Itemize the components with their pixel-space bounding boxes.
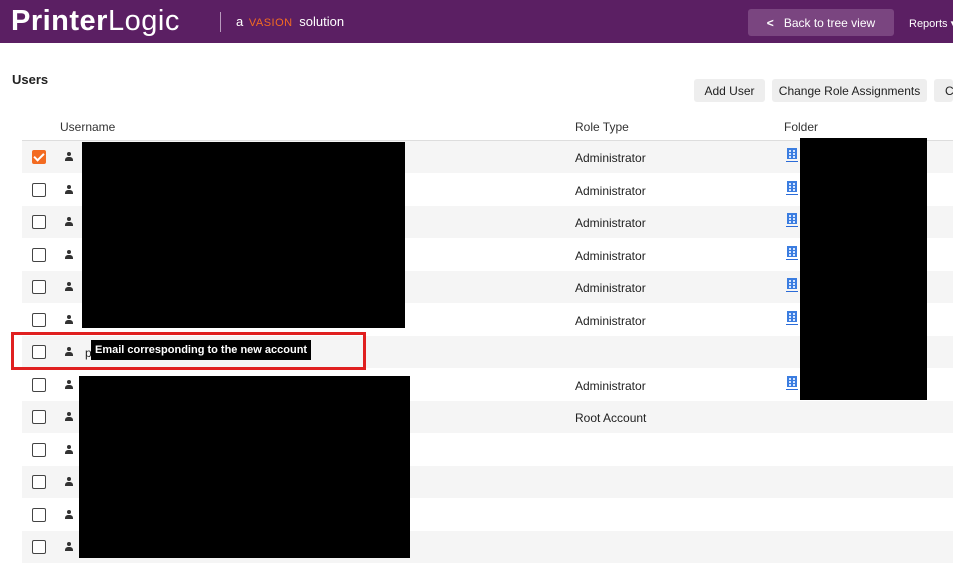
logo-light-text: Logic xyxy=(107,5,180,37)
user-icon xyxy=(64,152,74,162)
reports-menu[interactable]: Reports ▾ xyxy=(909,17,953,30)
user-icon xyxy=(64,379,74,390)
row-checkbox[interactable] xyxy=(32,182,46,197)
column-header-folder[interactable]: Folder xyxy=(784,120,818,134)
row-checkbox[interactable] xyxy=(32,540,46,554)
tagline-suffix: solution xyxy=(299,14,345,29)
role-type-cell: Administrator xyxy=(575,183,646,198)
role-type-cell: Administrator xyxy=(575,281,646,295)
role-type-cell: Administrator xyxy=(575,378,646,393)
user-icon xyxy=(64,217,74,227)
back-button-label: Back to tree view xyxy=(783,15,876,30)
add-user-button[interactable]: Add User xyxy=(694,79,765,102)
row-checkbox[interactable] xyxy=(32,475,46,489)
folder-building-icon[interactable] xyxy=(786,375,798,390)
role-type-cell: Administrator xyxy=(575,248,646,263)
user-icon xyxy=(64,477,74,487)
annotation-callout: Email corresponding to the new account xyxy=(91,340,312,360)
tagline-prefix: a xyxy=(236,14,244,29)
top-navigation-bar: Printer Logic a VASION solution < Back to… xyxy=(0,0,953,43)
folder-building-icon[interactable] xyxy=(786,148,798,162)
folder-building-icon[interactable] xyxy=(786,310,798,325)
row-checkbox[interactable] xyxy=(32,410,46,424)
folder-building-icon[interactable] xyxy=(786,213,798,227)
printerlogic-logo: Printer Logic xyxy=(11,5,180,39)
user-icon xyxy=(64,444,74,455)
back-to-tree-view-button[interactable]: < Back to tree view xyxy=(748,9,894,36)
folder-building-icon[interactable] xyxy=(786,245,798,260)
row-checkbox[interactable] xyxy=(32,312,46,327)
row-checkbox[interactable] xyxy=(32,150,46,164)
row-checkbox[interactable] xyxy=(32,215,46,229)
user-icon xyxy=(64,509,74,520)
tagline: a VASION solution xyxy=(236,14,344,29)
role-type-cell: Administrator xyxy=(575,151,646,165)
role-type-cell: Administrator xyxy=(575,216,646,230)
user-icon xyxy=(64,184,74,195)
redaction-block xyxy=(800,138,927,400)
row-checkbox[interactable] xyxy=(32,442,46,457)
user-icon xyxy=(64,282,74,292)
folder-building-icon[interactable] xyxy=(786,278,798,292)
change-role-assignments-button[interactable]: Change Role Assignments xyxy=(772,79,927,102)
user-icon xyxy=(64,249,74,260)
column-header-username[interactable]: Username xyxy=(60,120,115,134)
column-header-role-type[interactable]: Role Type xyxy=(575,120,629,134)
logo-bold-text: Printer xyxy=(11,5,108,37)
logo-divider xyxy=(220,12,221,32)
folder-building-icon[interactable] xyxy=(786,180,798,195)
row-checkbox[interactable] xyxy=(32,377,46,392)
page-title: Users xyxy=(12,72,49,87)
role-type-cell: Administrator xyxy=(575,313,646,328)
redaction-block xyxy=(79,376,410,558)
chevron-left-icon: < xyxy=(766,15,774,30)
role-type-cell: Root Account xyxy=(575,411,647,425)
user-icon xyxy=(64,412,74,422)
row-checkbox[interactable] xyxy=(32,280,46,294)
row-checkbox[interactable] xyxy=(32,247,46,262)
redaction-block xyxy=(82,142,405,328)
tagline-brand: VASION xyxy=(248,17,293,29)
user-icon xyxy=(64,314,74,325)
user-icon xyxy=(64,542,74,552)
truncated-action-button[interactable]: C xyxy=(934,79,953,102)
row-checkbox[interactable] xyxy=(32,507,46,522)
